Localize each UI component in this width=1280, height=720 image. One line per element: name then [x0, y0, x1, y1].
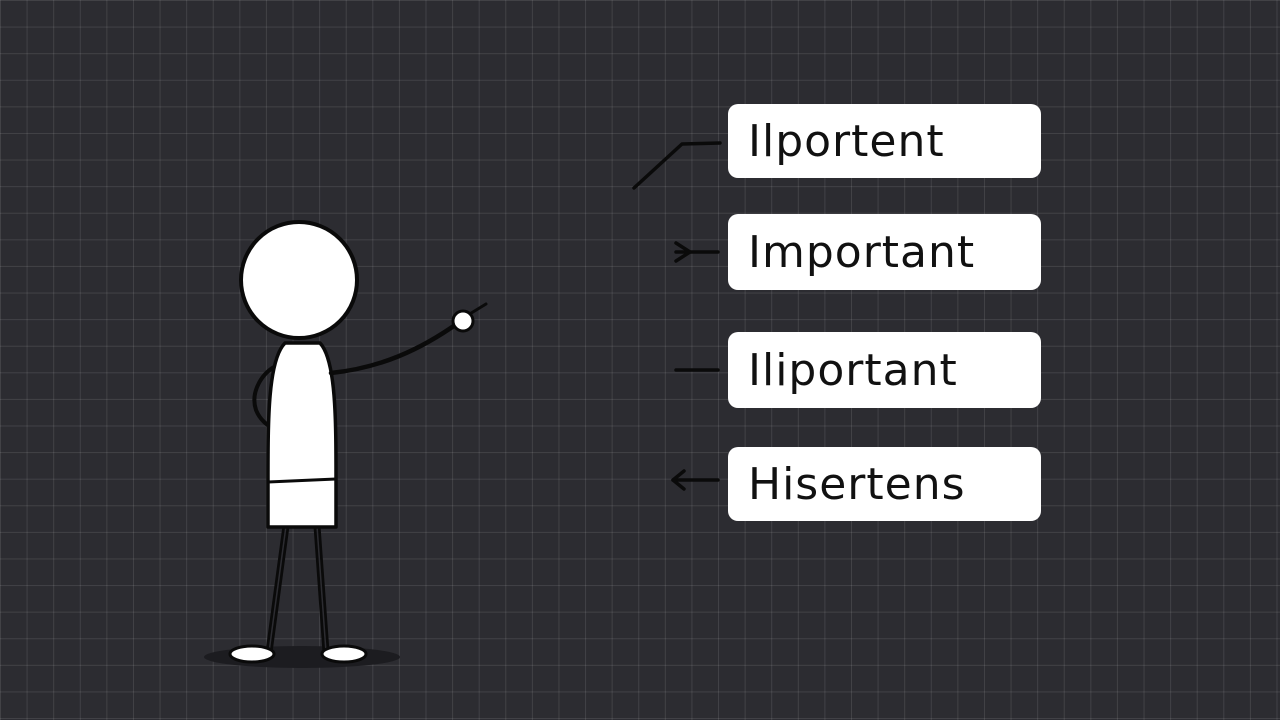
illustration — [204, 141, 722, 668]
left-foot — [228, 644, 276, 664]
label-text-2: Important — [748, 226, 976, 278]
angled-connector — [632, 141, 722, 190]
label-card-4: Hisertens — [728, 447, 1041, 521]
label-text-1: Ilportent — [748, 115, 945, 167]
head — [239, 220, 359, 340]
hand — [451, 309, 475, 333]
grid-canvas: Ilportent Important Iliportant Hisertens — [0, 0, 1280, 720]
label-card-3: Iliportant — [728, 332, 1041, 408]
label-text-3: Iliportant — [748, 344, 958, 396]
pointing-arm — [328, 320, 461, 376]
label-card-1: Ilportent — [728, 104, 1041, 178]
right-foot — [320, 644, 368, 664]
label-card-2: Important — [728, 214, 1041, 290]
body — [266, 341, 338, 529]
left-leg-inner — [268, 525, 287, 653]
label-text-4: Hisertens — [748, 458, 966, 510]
